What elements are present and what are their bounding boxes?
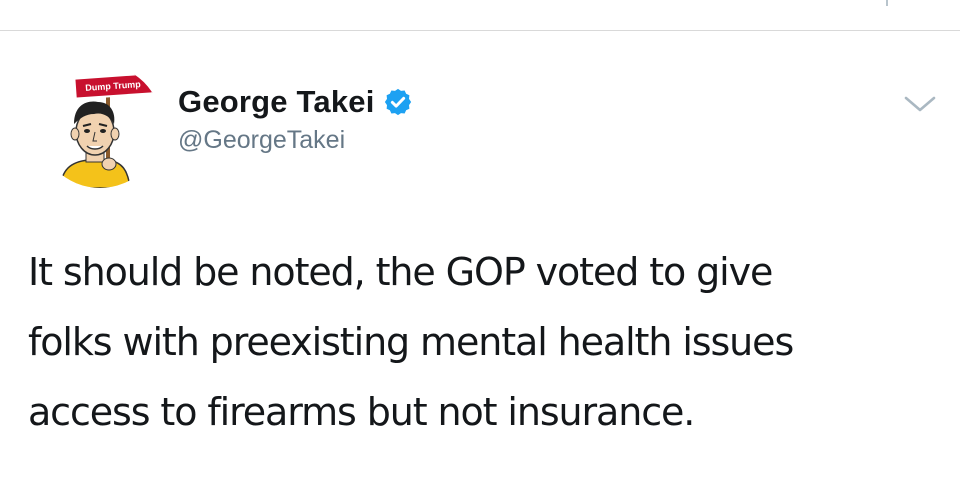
top-edge-mark: [886, 0, 888, 6]
tweet-text: It should be noted, the GOP voted to giv…: [28, 250, 794, 434]
avatar-illustration: Dump Trump: [38, 64, 162, 188]
avatar[interactable]: Dump Trump: [38, 64, 162, 188]
chevron-down-icon[interactable]: [903, 94, 937, 114]
top-divider: [0, 30, 960, 31]
verified-badge-icon: [383, 87, 413, 117]
name-row: George Takei: [178, 80, 413, 124]
tweet-header: George Takei @GeorgeTakei: [178, 80, 413, 155]
display-name[interactable]: George Takei: [178, 84, 375, 120]
user-handle[interactable]: @GeorgeTakei: [178, 126, 413, 155]
